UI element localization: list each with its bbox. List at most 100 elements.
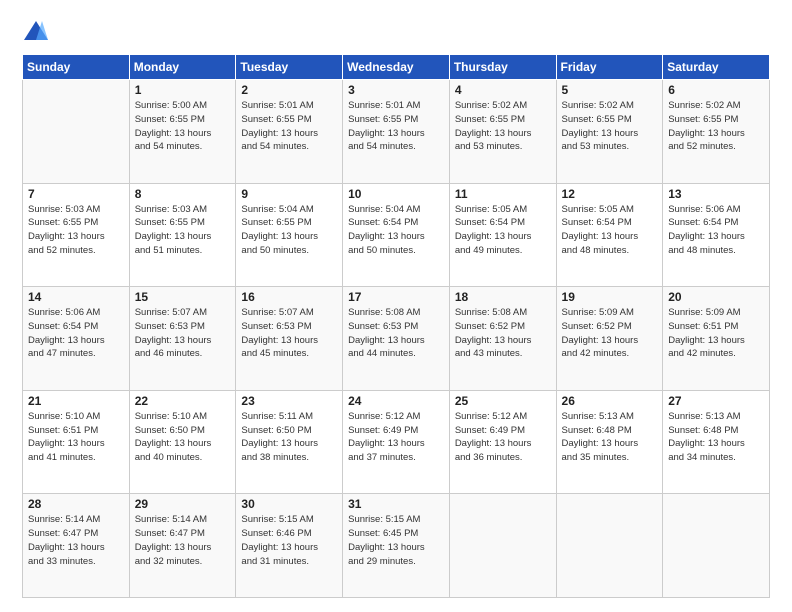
day-detail: Sunrise: 5:04 AM Sunset: 6:55 PM Dayligh… [241, 203, 337, 258]
week-row-5: 28 Sunrise: 5:14 AM Sunset: 6:47 PM Dayli… [23, 494, 770, 598]
day-detail: Sunrise: 5:03 AM Sunset: 6:55 PM Dayligh… [135, 203, 231, 258]
day-number: 4 [455, 83, 551, 97]
page: SundayMondayTuesdayWednesdayThursdayFrid… [0, 0, 792, 612]
day-detail: Sunrise: 5:08 AM Sunset: 6:52 PM Dayligh… [455, 306, 551, 361]
day-detail: Sunrise: 5:03 AM Sunset: 6:55 PM Dayligh… [28, 203, 124, 258]
logo-icon [22, 18, 50, 46]
day-cell: 8 Sunrise: 5:03 AM Sunset: 6:55 PM Daylig… [129, 183, 236, 287]
day-number: 13 [668, 187, 764, 201]
week-row-2: 7 Sunrise: 5:03 AM Sunset: 6:55 PM Daylig… [23, 183, 770, 287]
day-number: 7 [28, 187, 124, 201]
day-cell: 1Sunrise: 5:00 AM Sunset: 6:55 PM Daylig… [129, 80, 236, 184]
day-cell: 11 Sunrise: 5:05 AM Sunset: 6:54 PM Dayli… [449, 183, 556, 287]
day-cell [556, 494, 663, 598]
day-number: 3 [348, 83, 444, 97]
day-detail: Sunrise: 5:01 AM Sunset: 6:55 PM Dayligh… [348, 99, 444, 154]
day-cell: 18 Sunrise: 5:08 AM Sunset: 6:52 PM Dayli… [449, 287, 556, 391]
day-detail: Sunrise: 5:05 AM Sunset: 6:54 PM Dayligh… [455, 203, 551, 258]
day-cell [449, 494, 556, 598]
day-header-monday: Monday [129, 55, 236, 80]
day-cell: 24 Sunrise: 5:12 AM Sunset: 6:49 PM Dayli… [343, 390, 450, 494]
day-detail: Sunrise: 5:14 AM Sunset: 6:47 PM Dayligh… [28, 513, 124, 568]
day-number: 12 [562, 187, 658, 201]
day-number: 14 [28, 290, 124, 304]
day-cell: 3 Sunrise: 5:01 AM Sunset: 6:55 PM Daylig… [343, 80, 450, 184]
day-number: 2 [241, 83, 337, 97]
day-cell: 9 Sunrise: 5:04 AM Sunset: 6:55 PM Daylig… [236, 183, 343, 287]
day-number: 11 [455, 187, 551, 201]
day-cell: 23Sunrise: 5:11 AM Sunset: 6:50 PM Dayli… [236, 390, 343, 494]
day-number: 9 [241, 187, 337, 201]
day-detail: Sunrise: 5:15 AM Sunset: 6:46 PM Dayligh… [241, 513, 337, 568]
week-row-3: 14 Sunrise: 5:06 AM Sunset: 6:54 PM Dayli… [23, 287, 770, 391]
day-cell: 22 Sunrise: 5:10 AM Sunset: 6:50 PM Dayli… [129, 390, 236, 494]
day-number: 31 [348, 497, 444, 511]
day-number: 18 [455, 290, 551, 304]
day-cell: 14 Sunrise: 5:06 AM Sunset: 6:54 PM Dayli… [23, 287, 130, 391]
day-cell: 19 Sunrise: 5:09 AM Sunset: 6:52 PM Dayli… [556, 287, 663, 391]
day-cell: 31 Sunrise: 5:15 AM Sunset: 6:45 PM Dayli… [343, 494, 450, 598]
day-cell: 27Sunrise: 5:13 AM Sunset: 6:48 PM Dayli… [663, 390, 770, 494]
day-cell: 25 Sunrise: 5:12 AM Sunset: 6:49 PM Dayli… [449, 390, 556, 494]
day-number: 21 [28, 394, 124, 408]
day-cell: 7 Sunrise: 5:03 AM Sunset: 6:55 PM Daylig… [23, 183, 130, 287]
day-number: 5 [562, 83, 658, 97]
day-number: 8 [135, 187, 231, 201]
day-cell: 17Sunrise: 5:08 AM Sunset: 6:53 PM Dayli… [343, 287, 450, 391]
day-header-tuesday: Tuesday [236, 55, 343, 80]
day-detail: Sunrise: 5:06 AM Sunset: 6:54 PM Dayligh… [668, 203, 764, 258]
day-number: 16 [241, 290, 337, 304]
day-detail: Sunrise: 5:11 AM Sunset: 6:50 PM Dayligh… [241, 410, 337, 465]
day-cell: 12 Sunrise: 5:05 AM Sunset: 6:54 PM Dayli… [556, 183, 663, 287]
day-cell: 29 Sunrise: 5:14 AM Sunset: 6:47 PM Dayli… [129, 494, 236, 598]
day-number: 10 [348, 187, 444, 201]
day-number: 19 [562, 290, 658, 304]
day-detail: Sunrise: 5:04 AM Sunset: 6:54 PM Dayligh… [348, 203, 444, 258]
day-cell: 5 Sunrise: 5:02 AM Sunset: 6:55 PM Daylig… [556, 80, 663, 184]
day-header-saturday: Saturday [663, 55, 770, 80]
day-detail: Sunrise: 5:02 AM Sunset: 6:55 PM Dayligh… [562, 99, 658, 154]
day-detail: Sunrise: 5:09 AM Sunset: 6:52 PM Dayligh… [562, 306, 658, 361]
day-cell: 28 Sunrise: 5:14 AM Sunset: 6:47 PM Dayli… [23, 494, 130, 598]
day-number: 26 [562, 394, 658, 408]
day-cell: 20 Sunrise: 5:09 AM Sunset: 6:51 PM Dayli… [663, 287, 770, 391]
day-detail: Sunrise: 5:08 AM Sunset: 6:53 PM Dayligh… [348, 306, 444, 361]
day-detail: Sunrise: 5:06 AM Sunset: 6:54 PM Dayligh… [28, 306, 124, 361]
week-row-1: 1Sunrise: 5:00 AM Sunset: 6:55 PM Daylig… [23, 80, 770, 184]
day-detail: Sunrise: 5:12 AM Sunset: 6:49 PM Dayligh… [348, 410, 444, 465]
day-detail: Sunrise: 5:07 AM Sunset: 6:53 PM Dayligh… [135, 306, 231, 361]
day-cell: 15 Sunrise: 5:07 AM Sunset: 6:53 PM Dayli… [129, 287, 236, 391]
day-detail: Sunrise: 5:15 AM Sunset: 6:45 PM Dayligh… [348, 513, 444, 568]
day-detail: Sunrise: 5:09 AM Sunset: 6:51 PM Dayligh… [668, 306, 764, 361]
day-detail: Sunrise: 5:07 AM Sunset: 6:53 PM Dayligh… [241, 306, 337, 361]
day-number: 20 [668, 290, 764, 304]
day-detail: Sunrise: 5:05 AM Sunset: 6:54 PM Dayligh… [562, 203, 658, 258]
day-number: 29 [135, 497, 231, 511]
calendar: SundayMondayTuesdayWednesdayThursdayFrid… [22, 54, 770, 598]
day-number: 6 [668, 83, 764, 97]
day-cell: 16 Sunrise: 5:07 AM Sunset: 6:53 PM Dayli… [236, 287, 343, 391]
day-number: 22 [135, 394, 231, 408]
day-detail: Sunrise: 5:14 AM Sunset: 6:47 PM Dayligh… [135, 513, 231, 568]
week-row-4: 21Sunrise: 5:10 AM Sunset: 6:51 PM Dayli… [23, 390, 770, 494]
day-detail: Sunrise: 5:13 AM Sunset: 6:48 PM Dayligh… [562, 410, 658, 465]
day-detail: Sunrise: 5:10 AM Sunset: 6:50 PM Dayligh… [135, 410, 231, 465]
day-detail: Sunrise: 5:12 AM Sunset: 6:49 PM Dayligh… [455, 410, 551, 465]
day-cell [23, 80, 130, 184]
logo [22, 18, 54, 46]
day-detail: Sunrise: 5:01 AM Sunset: 6:55 PM Dayligh… [241, 99, 337, 154]
day-number: 15 [135, 290, 231, 304]
day-cell: 21Sunrise: 5:10 AM Sunset: 6:51 PM Dayli… [23, 390, 130, 494]
header-row: SundayMondayTuesdayWednesdayThursdayFrid… [23, 55, 770, 80]
day-header-sunday: Sunday [23, 55, 130, 80]
day-cell: 26 Sunrise: 5:13 AM Sunset: 6:48 PM Dayli… [556, 390, 663, 494]
day-number: 1 [135, 83, 231, 97]
day-detail: Sunrise: 5:02 AM Sunset: 6:55 PM Dayligh… [668, 99, 764, 154]
day-number: 25 [455, 394, 551, 408]
day-number: 28 [28, 497, 124, 511]
day-cell: 10 Sunrise: 5:04 AM Sunset: 6:54 PM Dayli… [343, 183, 450, 287]
day-header-thursday: Thursday [449, 55, 556, 80]
day-cell: 2 Sunrise: 5:01 AM Sunset: 6:55 PM Daylig… [236, 80, 343, 184]
day-number: 24 [348, 394, 444, 408]
day-detail: Sunrise: 5:02 AM Sunset: 6:55 PM Dayligh… [455, 99, 551, 154]
